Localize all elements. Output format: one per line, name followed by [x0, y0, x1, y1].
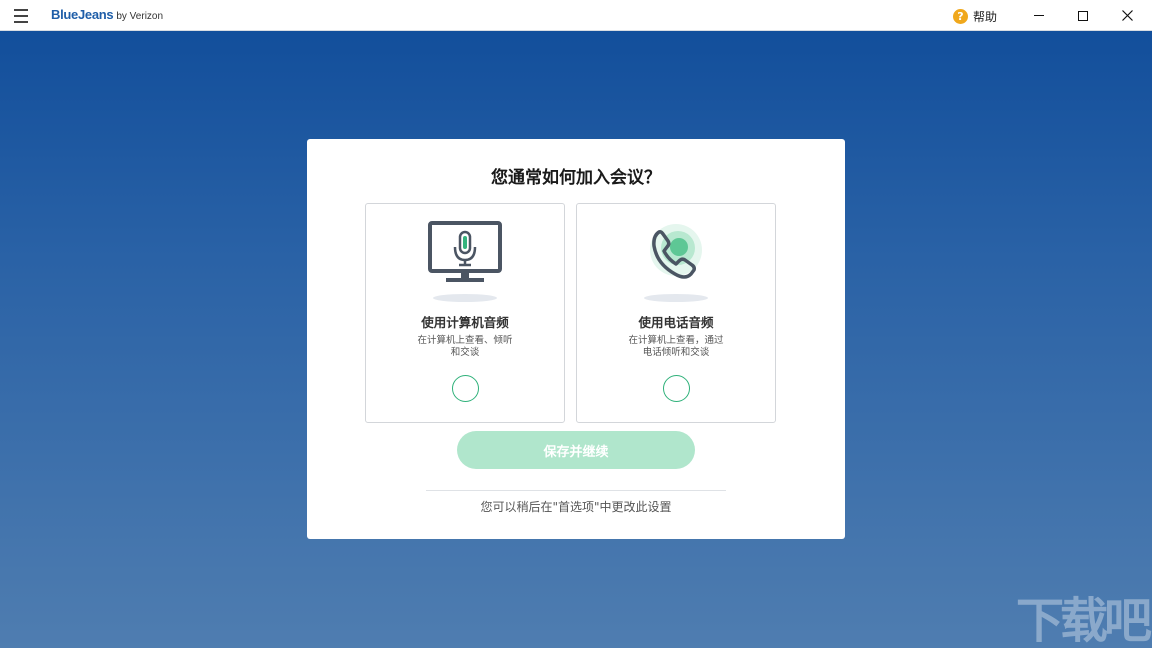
minimize-icon	[1034, 15, 1044, 16]
phone-audio-description: 在计算机上查看，通过 电话倾听和交谈	[617, 335, 735, 359]
logo-suffix: by Verizon	[116, 11, 164, 22]
hamburger-menu-icon[interactable]	[14, 9, 34, 23]
computer-audio-radio[interactable]	[452, 375, 479, 402]
computer-audio-desc-line2: 和交谈	[450, 347, 480, 358]
computer-microphone-icon	[428, 221, 502, 282]
phone-audio-title: 使用电话音频	[638, 315, 714, 330]
help-label: 帮助	[973, 9, 998, 24]
save-and-continue-button[interactable]: 保存并继续	[457, 431, 695, 469]
help-button[interactable]: ? 帮助	[953, 7, 997, 25]
phone-audio-desc-line1: 在计算机上查看，通过	[628, 335, 724, 346]
phone-audio-desc-line2: 电话倾听和交谈	[642, 347, 710, 358]
computer-audio-desc-line1: 在计算机上查看、倾听	[417, 335, 513, 346]
icon-shadow	[433, 294, 497, 302]
computer-audio-option[interactable]: 使用计算机音频 在计算机上查看、倾听 和交谈	[365, 203, 565, 423]
title-bar: BlueJeans by Verizon ? 帮助	[0, 0, 1152, 31]
minimize-button[interactable]	[1017, 0, 1061, 31]
computer-audio-title: 使用计算机音频	[421, 315, 509, 330]
close-button[interactable]	[1105, 0, 1149, 31]
dialog-title: 您通常如何加入会议？	[491, 168, 661, 188]
maximize-button[interactable]	[1061, 0, 1105, 31]
help-question-icon: ?	[953, 8, 968, 24]
close-icon	[1121, 10, 1133, 21]
site-watermark: 下载吧	[1016, 593, 1152, 648]
preferences-footnote: 您可以稍后在"首选项"中更改此设置	[480, 500, 672, 514]
phone-audio-radio[interactable]	[663, 375, 690, 402]
logo-brand: BlueJeans	[51, 7, 114, 22]
computer-audio-description: 在计算机上查看、倾听 和交谈	[406, 335, 524, 359]
icon-shadow	[644, 294, 708, 302]
app-logo: BlueJeans by Verizon	[51, 7, 163, 22]
join-preference-dialog: 您通常如何加入会议？ 使用计算机音频 在计算机上查看、倾听 和交谈 使用电话音频	[307, 139, 845, 539]
divider	[426, 490, 726, 491]
phone-icon	[650, 224, 702, 279]
phone-audio-option[interactable]: 使用电话音频 在计算机上查看，通过 电话倾听和交谈	[576, 203, 776, 423]
maximize-icon	[1078, 10, 1088, 21]
